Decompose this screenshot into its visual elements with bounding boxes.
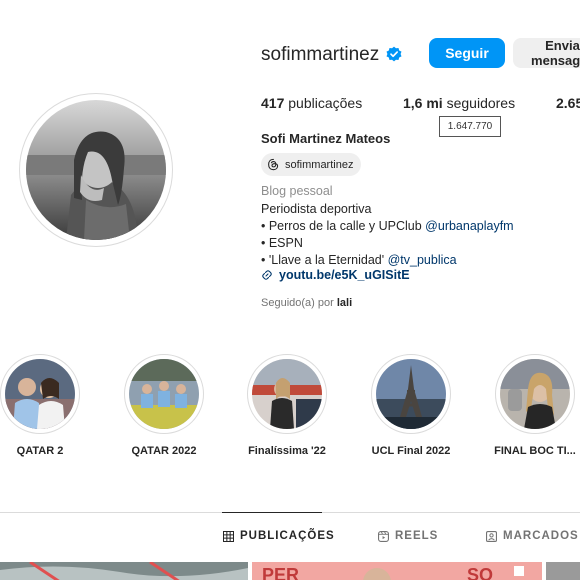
highlight-cover[interactable]	[500, 359, 570, 429]
message-button[interactable]: Enviar mensagem	[513, 38, 580, 68]
highlight-final-boc[interactable]	[495, 354, 575, 434]
bio-url-link[interactable]: youtu.be/e5K_uGISitE	[261, 268, 410, 282]
following-count[interactable]: 2.65	[556, 95, 580, 111]
svg-text:PER: PER	[262, 565, 299, 580]
post-thumbnail[interactable]: PER SO	[252, 562, 542, 580]
followers-stat[interactable]: 1,6 mi seguidores	[403, 95, 515, 111]
threads-icon	[268, 158, 279, 171]
highlight-ucl-final-2022[interactable]	[371, 354, 451, 434]
followed-by-user[interactable]: lali	[337, 297, 352, 309]
threads-badge[interactable]: sofimmartinez	[261, 153, 362, 176]
bio-mention-link[interactable]: @tv_publica	[388, 253, 457, 267]
reels-icon	[378, 530, 389, 542]
profile-category: Blog pessoal	[261, 184, 333, 198]
tab-reels[interactable]: REELS	[378, 530, 438, 542]
tab-publicacoes[interactable]: PUBLICAÇÕES	[223, 530, 335, 542]
tab-marcados[interactable]: MARCADOS	[486, 530, 579, 542]
highlight-ring[interactable]	[371, 354, 451, 434]
tab-label[interactable]: MARCADOS	[503, 530, 579, 542]
followers-tooltip: 1.647.770	[439, 116, 501, 137]
followers-count[interactable]: 1,6 mi	[403, 95, 443, 111]
bio-mention-link[interactable]: @urbanaplayfm	[425, 219, 513, 233]
post-thumbnail[interactable]	[546, 562, 580, 580]
bio-text: • 'Llave a la Eternidad'	[261, 253, 388, 267]
grid-icon	[223, 530, 234, 542]
tab-label[interactable]: PUBLICAÇÕES	[240, 530, 335, 542]
highlight-label[interactable]: Finalíssima '22	[248, 445, 326, 457]
posts-label: publicações	[288, 95, 363, 111]
bio-line: Periodista deportiva	[261, 202, 372, 216]
bio-url-text[interactable]: youtu.be/e5K_uGISitE	[279, 268, 410, 282]
following-stat[interactable]: 2.65	[556, 95, 580, 111]
profile-bio: Periodista deportiva • Perros de la call…	[261, 201, 514, 269]
profile-avatar-ring[interactable]	[19, 93, 173, 247]
highlight-qatar-2[interactable]	[0, 354, 80, 434]
profile-avatar[interactable]	[26, 100, 166, 240]
highlight-label[interactable]: QATAR 2	[17, 445, 64, 457]
profile-full-name: Sofi Martinez Mateos	[261, 131, 391, 146]
bio-text: • Perros de la calle y UPClub	[261, 219, 426, 233]
followed-by-prefix: Seguido(a) por	[261, 297, 334, 309]
highlight-ring[interactable]	[124, 354, 204, 434]
highlight-ring[interactable]	[0, 354, 80, 434]
active-tab-indicator	[222, 512, 322, 513]
bio-line: • ESPN	[261, 236, 303, 250]
highlight-cover[interactable]	[129, 359, 199, 429]
posts-count: 417	[261, 95, 285, 111]
highlight-label[interactable]: UCL Final 2022	[372, 445, 451, 457]
highlight-ring[interactable]	[495, 354, 575, 434]
highlight-finalissima-22[interactable]	[247, 354, 327, 434]
highlight-qatar-2022[interactable]	[124, 354, 204, 434]
followed-by[interactable]: Seguido(a) por lali	[261, 297, 352, 309]
bio-line: • 'Llave a la Eternidad' @tv_publica	[261, 252, 514, 269]
post-thumbnail[interactable]	[0, 562, 248, 580]
profile-username: sofimmartinez	[261, 44, 380, 65]
tagged-icon	[486, 530, 497, 542]
svg-text:SO: SO	[467, 565, 493, 580]
highlight-cover[interactable]	[376, 359, 446, 429]
bio-line: • Perros de la calle y UPClub @urbanapla…	[261, 218, 514, 235]
highlight-label[interactable]: FINAL BOC TI...	[494, 445, 576, 457]
tab-label[interactable]: REELS	[395, 530, 438, 542]
highlight-ring[interactable]	[247, 354, 327, 434]
link-icon	[262, 270, 272, 280]
verified-badge-icon	[386, 46, 402, 62]
highlight-cover[interactable]	[252, 359, 322, 429]
followers-label[interactable]: seguidores	[447, 95, 516, 111]
highlight-cover[interactable]	[5, 359, 75, 429]
follow-button[interactable]: Seguir	[429, 38, 505, 68]
posts-count-stat: 417 publicações	[261, 95, 362, 111]
highlight-label[interactable]: QATAR 2022	[131, 445, 196, 457]
threads-handle[interactable]: sofimmartinez	[285, 159, 353, 171]
